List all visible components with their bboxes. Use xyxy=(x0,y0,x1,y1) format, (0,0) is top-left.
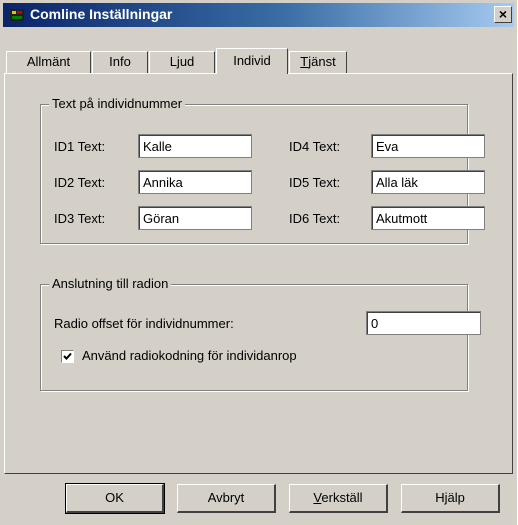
help-button[interactable]: Hjälp xyxy=(401,484,500,513)
title-bar[interactable]: Comline Inställningar × xyxy=(3,3,514,27)
check-icon xyxy=(63,352,72,360)
tab-label: Info xyxy=(109,54,131,69)
id2-field[interactable] xyxy=(138,170,252,194)
group-legend: Anslutning till radion xyxy=(49,276,172,291)
id4-label: ID4 Text: xyxy=(289,139,341,154)
id5-field[interactable] xyxy=(371,170,485,194)
id5-label: ID5 Text: xyxy=(289,175,341,190)
cancel-label: Avbryt xyxy=(207,490,245,505)
window-title: Comline Inställningar xyxy=(30,6,173,22)
tab-label: Allmänt xyxy=(26,54,71,69)
id1-label: ID1 Text: xyxy=(54,139,106,154)
id6-field[interactable] xyxy=(371,206,485,230)
tab-tjanst[interactable]: Tjänst xyxy=(289,51,347,73)
id3-label: ID3 Text: xyxy=(54,211,106,226)
tab-ljud[interactable]: Ljud xyxy=(149,51,215,73)
radio-coding-checkbox[interactable] xyxy=(61,350,74,363)
id2-label: ID2 Text: xyxy=(54,175,106,190)
tab-allmant[interactable]: Allmänt xyxy=(6,51,91,73)
id1-field[interactable] xyxy=(138,134,252,158)
apply-label: Verkställ xyxy=(313,490,363,505)
radio-offset-field[interactable] xyxy=(366,311,481,335)
id4-field[interactable] xyxy=(371,134,485,158)
radio-offset-label: Radio offset för individnummer: xyxy=(54,316,234,331)
group-radio-connection: Anslutning till radion Radio offset för … xyxy=(40,276,481,391)
cancel-button[interactable]: Avbryt xyxy=(177,484,276,513)
tab-label: Tjänst xyxy=(300,54,336,69)
comline-app-icon xyxy=(10,9,24,21)
radio-coding-label[interactable]: Använd radiokodning för individanrop xyxy=(82,348,297,363)
tab-label: Individ xyxy=(233,53,271,68)
ok-label: OK xyxy=(105,490,124,505)
close-button[interactable]: × xyxy=(494,6,512,23)
tab-panel-individ: Text på individnummer ID1 Text: ID2 Text… xyxy=(4,73,513,474)
id6-label: ID6 Text: xyxy=(289,211,341,226)
apply-button[interactable]: Verkställ xyxy=(289,484,388,513)
tab-label: Ljud xyxy=(169,54,195,69)
tab-individ[interactable]: Individ xyxy=(216,48,288,74)
group-individ-text: Text på individnummer ID1 Text: ID2 Text… xyxy=(40,96,485,244)
ok-button[interactable]: OK xyxy=(65,483,165,514)
close-icon: × xyxy=(498,6,508,22)
tab-info[interactable]: Info xyxy=(92,51,148,73)
settings-window: Comline Inställningar × Allmänt Info Lju… xyxy=(0,0,517,525)
group-legend: Text på individnummer xyxy=(49,96,186,111)
id3-field[interactable] xyxy=(138,206,252,230)
help-label: Hjälp xyxy=(435,490,465,505)
